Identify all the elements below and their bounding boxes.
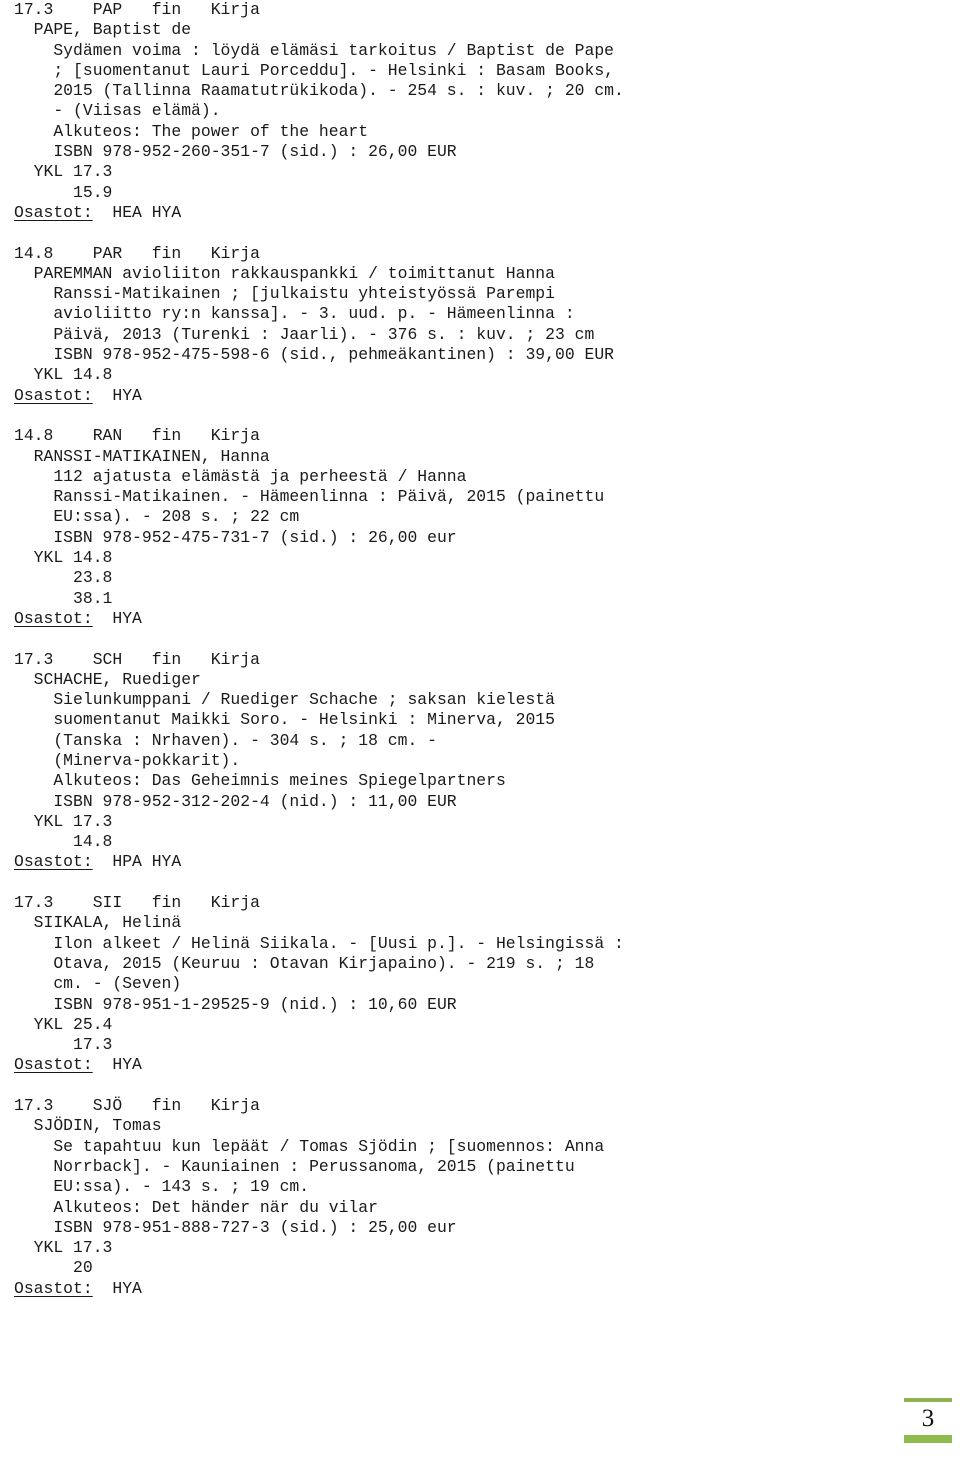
record-line: Sielunkumppani / Ruediger Schache ; saks… <box>14 690 555 710</box>
record-line: SCHACHE, Ruediger <box>14 669 201 689</box>
page-number: 3 <box>921 1405 935 1432</box>
catalog-record: 17.3 PAP fin Kirja PAPE, Baptist de Sydä… <box>14 0 944 223</box>
record-line: Alkuteos: The power of the heart <box>14 121 369 141</box>
record-header: 14.8 PAR fin Kirja <box>14 243 260 263</box>
record-list: 17.3 PAP fin Kirja PAPE, Baptist de Sydä… <box>14 0 944 1319</box>
osastot-row: Osastot: HYA <box>14 386 944 406</box>
record-line: Ilon alkeet / Helinä Siikala. - [Uusi p.… <box>14 933 624 953</box>
record-line: - (Viisas elämä). <box>14 101 221 121</box>
record-line: 17.3 <box>14 1035 113 1055</box>
osastot-label: Osastot: <box>14 852 93 872</box>
record-line: cm. - (Seven) <box>14 974 182 994</box>
record-line: Sydämen voima : löydä elämäsi tarkoitus … <box>14 40 614 60</box>
record-line: Ranssi-Matikainen. - Hämeenlinna : Päivä… <box>14 487 605 507</box>
record-line: Alkuteos: Det händer när du vilar <box>14 1197 378 1217</box>
footer-rule-bottom <box>904 1435 952 1443</box>
catalog-page: 17.3 PAP fin Kirja PAPE, Baptist de Sydä… <box>0 0 960 1466</box>
record-line: RANSSI-MATIKAINEN, Hanna <box>14 446 270 466</box>
osastot-row: Osastot: HPA HYA <box>14 852 944 872</box>
record-line: ISBN 978-952-475-731-7 (sid.) : 26,00 eu… <box>14 527 457 547</box>
record-line: ISBN 978-952-312-202-4 (nid.) : 11,00 EU… <box>14 791 457 811</box>
record-line: Se tapahtuu kun lepäät / Tomas Sjödin ; … <box>14 1136 605 1156</box>
record-line: ISBN 978-952-260-351-7 (sid.) : 26,00 EU… <box>14 142 457 162</box>
osastot-value: HEA HYA <box>92 202 182 222</box>
record-line: 14.8 <box>14 832 113 852</box>
osastot-label: Osastot: <box>14 385 93 405</box>
record-line: suomentanut Maikki Soro. - Helsinki : Mi… <box>14 710 555 730</box>
record-line: Norrback]. - Kauniainen : Perussanoma, 2… <box>14 1156 575 1176</box>
record-header: 17.3 SCH fin Kirja <box>14 649 260 669</box>
osastot-row: Osastot: HYA <box>14 1279 944 1299</box>
record-line: (Tanska : Nrhaven). - 304 s. ; 18 cm. - <box>14 730 437 750</box>
record-line: YKL 17.3 <box>14 1238 113 1258</box>
record-line: YKL 17.3 <box>14 811 113 831</box>
osastot-value: HYA <box>92 1278 142 1298</box>
record-line: PAREMMAN avioliiton rakkauspankki / toim… <box>14 263 555 283</box>
record-line: EU:ssa). - 143 s. ; 19 cm. <box>14 1177 310 1197</box>
record-header: 17.3 PAP fin Kirja <box>14 0 260 19</box>
record-line: Alkuteos: Das Geheimnis meines Spiegelpa… <box>14 771 506 791</box>
osastot-label: Osastot: <box>14 608 93 628</box>
record-line: avioliitto ry:n kanssa]. - 3. uud. p. - … <box>14 304 575 324</box>
catalog-record: 14.8 PAR fin Kirja PAREMMAN avioliiton r… <box>14 244 944 406</box>
catalog-record: 14.8 RAN fin Kirja RANSSI-MATIKAINEN, Ha… <box>14 426 944 629</box>
record-line: 20 <box>14 1258 93 1278</box>
record-line: (Minerva-pokkarit). <box>14 750 241 770</box>
osastot-row: Osastot: HYA <box>14 1055 944 1075</box>
record-header: 14.8 RAN fin Kirja <box>14 426 260 446</box>
record-line: 23.8 <box>14 568 113 588</box>
record-line: YKL 14.8 <box>14 365 113 385</box>
osastot-label: Osastot: <box>14 202 93 222</box>
record-line: YKL 25.4 <box>14 1014 113 1034</box>
footer-rule-top <box>904 1398 952 1402</box>
page-footer: 3 <box>886 1398 952 1443</box>
record-line: YKL 14.8 <box>14 548 113 568</box>
osastot-label: Osastot: <box>14 1278 93 1298</box>
record-line: Päivä, 2013 (Turenki : Jaarli). - 376 s.… <box>14 324 595 344</box>
osastot-value: HYA <box>92 608 142 628</box>
record-line: Otava, 2015 (Keuruu : Otavan Kirjapaino)… <box>14 953 595 973</box>
record-line: EU:ssa). - 208 s. ; 22 cm <box>14 507 300 527</box>
record-line: ISBN 978-951-1-29525-9 (nid.) : 10,60 EU… <box>14 994 457 1014</box>
record-line: ISBN 978-952-475-598-6 (sid., pehmeäkant… <box>14 345 614 365</box>
catalog-record: 17.3 SJÖ fin Kirja SJÖDIN, Tomas Se tapa… <box>14 1096 944 1299</box>
record-header: 17.3 SJÖ fin Kirja <box>14 1096 260 1116</box>
osastot-value: HYA <box>92 1055 142 1075</box>
record-line: YKL 17.3 <box>14 162 113 182</box>
record-line: SJÖDIN, Tomas <box>14 1116 162 1136</box>
osastot-value: HPA HYA <box>92 852 182 872</box>
record-line: ; [suomentanut Lauri Porceddu]. - Helsin… <box>14 60 614 80</box>
catalog-record: 17.3 SCH fin Kirja SCHACHE, Ruediger Sie… <box>14 650 944 873</box>
catalog-record: 17.3 SII fin Kirja SIIKALA, Helinä Ilon … <box>14 893 944 1076</box>
record-line: 2015 (Tallinna Raamatutrükikoda). - 254 … <box>14 81 624 101</box>
record-line: Ranssi-Matikainen ; [julkaistu yhteistyö… <box>14 284 555 304</box>
record-line: ISBN 978-951-888-727-3 (sid.) : 25,00 eu… <box>14 1217 457 1237</box>
record-line: 15.9 <box>14 182 113 202</box>
osastot-row: Osastot: HYA <box>14 609 944 629</box>
record-line: PAPE, Baptist de <box>14 20 192 40</box>
record-line: 112 ajatusta elämästä ja perheestä / Han… <box>14 466 467 486</box>
record-line: SIIKALA, Helinä <box>14 913 182 933</box>
osastot-row: Osastot: HEA HYA <box>14 203 944 223</box>
osastot-value: HYA <box>92 385 142 405</box>
osastot-label: Osastot: <box>14 1055 93 1075</box>
record-line: 38.1 <box>14 588 113 608</box>
record-header: 17.3 SII fin Kirja <box>14 893 260 913</box>
